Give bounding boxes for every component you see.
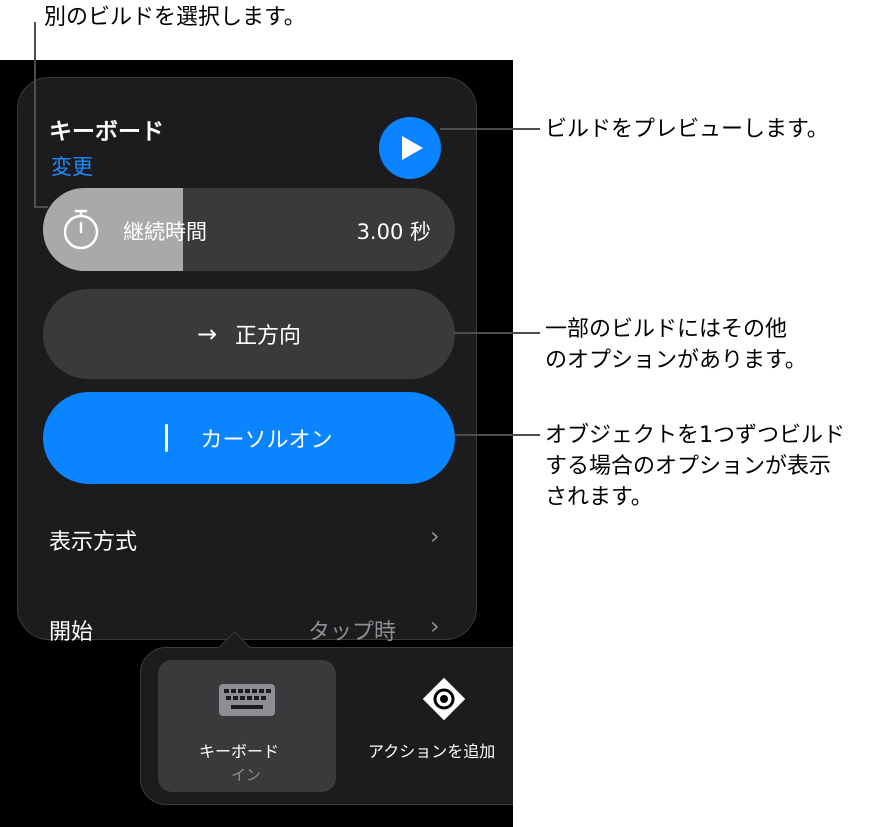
action-diamond-icon — [422, 677, 466, 721]
start-row-label[interactable]: 開始 — [49, 614, 93, 646]
duration-value: 3.00 秒 — [356, 220, 431, 244]
callout-options: 一部のビルドにはその他 のオプションがあります。 — [545, 314, 807, 376]
preview-button[interactable] — [379, 117, 441, 179]
callout-options-line2: のオプションがあります。 — [545, 348, 807, 373]
duration-label: 継続時間 — [123, 220, 207, 244]
cursor-button[interactable]: カーソルオン — [43, 392, 455, 484]
tray-item-subtitle: イン — [231, 766, 262, 784]
callout-delivery-line3: されます。 — [545, 485, 653, 510]
tray-item-name: キーボード — [199, 742, 280, 761]
callout-line-preview — [440, 128, 540, 130]
cursor-label: カーソルオン — [200, 428, 333, 453]
chevron-right-icon[interactable]: › — [430, 522, 440, 550]
app-screen: キーボード 変更 継続時間 3.00 秒 → 正方向 カーソルオン 表示方式 ›… — [0, 60, 513, 827]
start-row-value: タップ時 — [308, 620, 397, 645]
callout-line-options — [454, 332, 540, 334]
animate-popover: キーボード 変更 継続時間 3.00 秒 → 正方向 カーソルオン 表示方式 ›… — [17, 77, 477, 645]
callout-preview: ビルドをプレビューします。 — [545, 117, 829, 142]
chevron-right-icon[interactable]: › — [430, 612, 440, 640]
direction-label: 正方向 — [235, 324, 302, 349]
delivery-row-label[interactable]: 表示方式 — [49, 524, 137, 556]
callout-delivery: オブジェクトを1つずつビルド する場合のオプションが表示 されます。 — [545, 420, 845, 513]
cursor-icon — [165, 424, 169, 452]
keyboard-icon — [219, 684, 275, 716]
callout-delivery-line2: する場合のオプションが表示 — [545, 454, 832, 479]
direction-button[interactable]: → 正方向 — [43, 289, 455, 379]
callout-line-select-build — [34, 22, 36, 208]
stopwatch-icon — [63, 209, 99, 250]
add-action-label[interactable]: アクションを追加 — [368, 738, 495, 762]
change-build-link[interactable]: 変更 — [51, 151, 93, 181]
duration-slider[interactable]: 継続時間 3.00 秒 — [43, 188, 455, 271]
callout-delivery-line1: オブジェクトを1つずつビルド — [545, 423, 845, 448]
callout-line-delivery — [454, 434, 540, 436]
popover-title: キーボード — [49, 119, 164, 145]
arrow-right-icon: → — [196, 320, 218, 348]
callout-select-build: 別のビルドを選択します。 — [44, 5, 306, 30]
callout-options-line1: 一部のビルドにはその他 — [545, 317, 788, 342]
play-icon — [402, 136, 423, 160]
callout-line-select-build-tick — [34, 206, 48, 208]
